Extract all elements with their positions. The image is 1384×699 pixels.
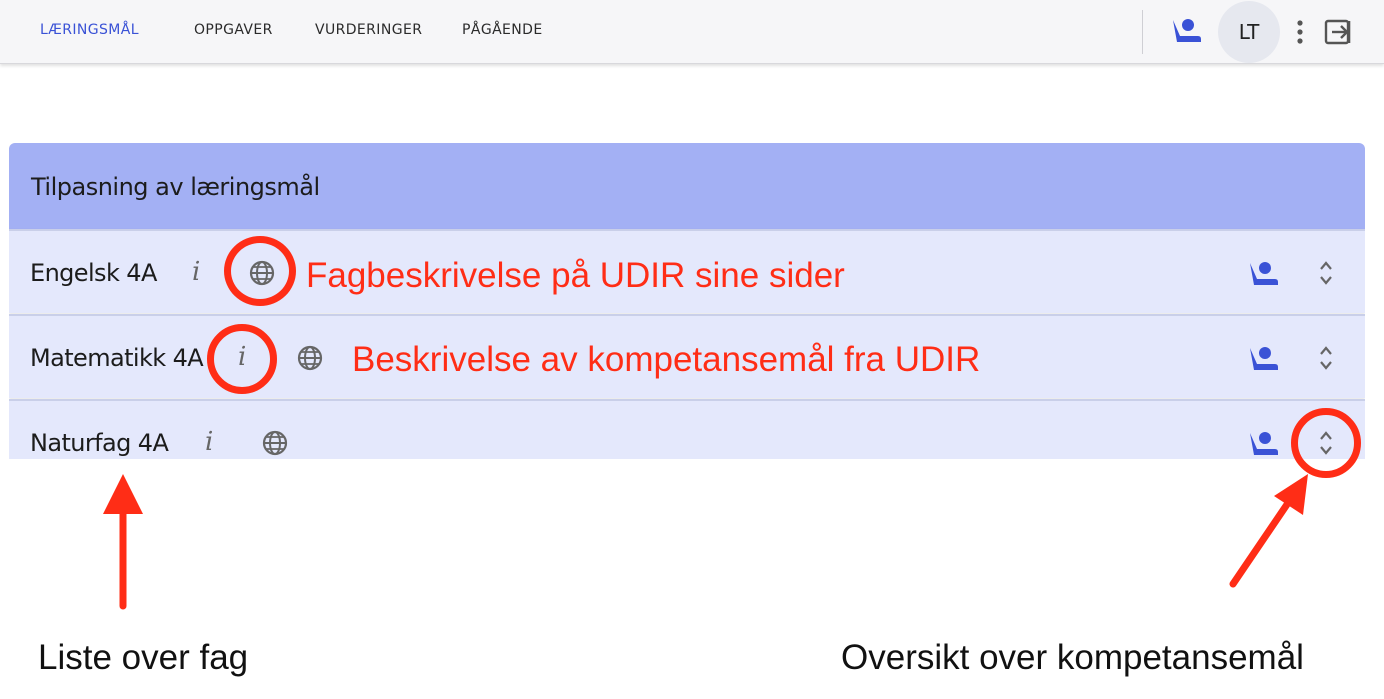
annotation-globe-note: Fagbeskrivelse på UDIR sine sider	[306, 256, 845, 295]
learning-goals-panel: Tilpasning av læringsmål Engelsk 4A i Ma…	[9, 143, 1365, 459]
teacher-icon[interactable]	[1247, 261, 1279, 287]
topbar-divider	[1142, 10, 1143, 54]
subject-name: Engelsk 4A	[30, 259, 157, 287]
subject-name: Matematikk 4A	[30, 344, 204, 372]
logout-icon[interactable]	[1324, 18, 1352, 46]
tab-oppgaver[interactable]: OPPGAVER	[194, 22, 273, 38]
annotation-ring-globe	[224, 236, 296, 306]
annotation-list-note: Liste over fag	[38, 638, 249, 677]
info-icon[interactable]: i	[205, 427, 213, 457]
teacher-icon[interactable]	[1170, 18, 1202, 44]
teacher-icon[interactable]	[1247, 431, 1279, 457]
subject-row-naturfag[interactable]: Naturfag 4A i	[9, 399, 1365, 459]
tab-laeringsmal[interactable]: LÆRINGSMÅL	[40, 22, 139, 38]
arrow-up-to-list	[103, 474, 143, 610]
panel-header: Tilpasning av læringsmål	[9, 143, 1365, 229]
user-avatar[interactable]: LT	[1218, 1, 1280, 63]
top-navigation-bar: LÆRINGSMÅL OPPGAVER VURDERINGER PÅGÅENDE…	[0, 0, 1384, 64]
globe-icon[interactable]	[261, 429, 289, 457]
tab-vurderinger[interactable]: VURDERINGER	[315, 22, 422, 38]
arrow-to-expand	[1229, 474, 1308, 588]
annotation-info-note: Beskrivelse av kompetansemål fra UDIR	[352, 340, 981, 379]
expand-icon[interactable]	[1318, 259, 1334, 287]
more-vert-icon[interactable]	[1294, 20, 1306, 44]
tab-pagaende[interactable]: PÅGÅENDE	[462, 22, 543, 38]
subject-name: Naturfag 4A	[30, 429, 169, 457]
teacher-icon[interactable]	[1247, 346, 1279, 372]
info-icon[interactable]: i	[192, 257, 200, 287]
annotation-expand-note: Oversikt over kompetansemål	[841, 638, 1304, 677]
expand-icon[interactable]	[1318, 344, 1334, 372]
panel-title: Tilpasning av læringsmål	[31, 173, 320, 201]
annotation-ring-info	[207, 324, 277, 394]
annotation-ring-expand	[1291, 408, 1361, 478]
globe-icon[interactable]	[296, 344, 324, 372]
